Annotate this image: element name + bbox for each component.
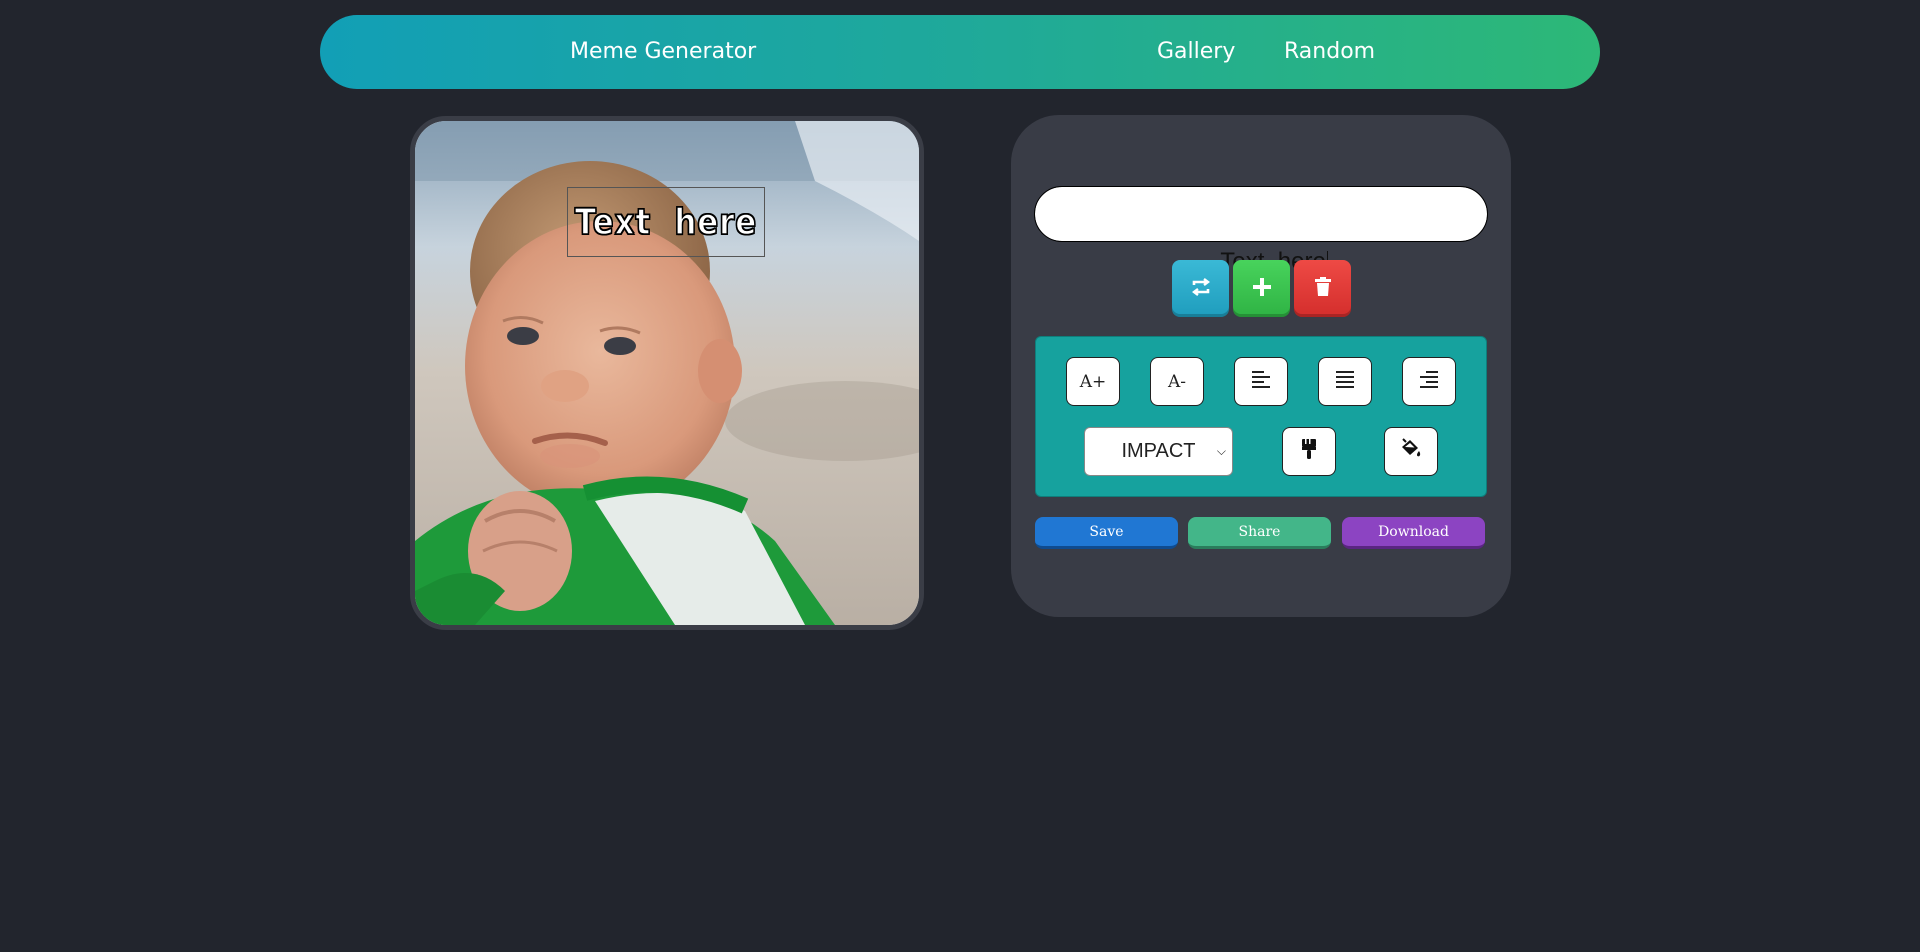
align-left-icon	[1251, 370, 1271, 393]
text-tools-box: A+ A- IMPACT ⌵	[1035, 336, 1487, 497]
meme-text-box[interactable]: Text here	[567, 187, 765, 257]
nav-link-gallery[interactable]: Gallery	[1157, 15, 1235, 89]
add-line-button[interactable]	[1233, 260, 1290, 317]
nav-link-random[interactable]: Random	[1284, 15, 1375, 89]
meme-text: Text here	[574, 201, 758, 244]
switch-lines-icon	[1190, 278, 1212, 299]
brush-icon	[1300, 438, 1318, 465]
font-family-select[interactable]: IMPACT ⌵	[1084, 427, 1233, 476]
download-button[interactable]: Download	[1342, 517, 1485, 549]
trash-icon	[1314, 277, 1332, 300]
align-center-button[interactable]	[1318, 357, 1372, 406]
plus-icon	[1252, 277, 1272, 300]
meme-canvas[interactable]: Text here	[410, 116, 924, 630]
switch-line-button[interactable]	[1172, 260, 1229, 317]
align-left-button[interactable]	[1234, 357, 1288, 406]
stroke-color-button[interactable]	[1282, 427, 1336, 476]
decrease-font-label: A-	[1167, 371, 1187, 392]
meme-text-input[interactable]: Text here	[1034, 186, 1488, 275]
font-family-value: IMPACT	[1121, 440, 1196, 462]
decrease-font-button[interactable]: A-	[1150, 357, 1204, 406]
paint-bucket-icon	[1399, 438, 1423, 465]
fill-color-button[interactable]	[1384, 427, 1438, 476]
increase-font-label: A+	[1079, 371, 1107, 392]
delete-line-button[interactable]	[1294, 260, 1351, 317]
editor-panel: Text here	[1011, 115, 1511, 617]
save-button[interactable]: Save	[1035, 517, 1178, 549]
align-right-icon	[1419, 370, 1439, 393]
increase-font-button[interactable]: A+	[1066, 357, 1120, 406]
align-center-icon	[1335, 370, 1355, 393]
chevron-down-icon: ⌵	[1216, 444, 1226, 458]
navbar: Meme Generator Gallery Random	[320, 15, 1600, 89]
nav-brand[interactable]: Meme Generator	[570, 15, 756, 89]
share-button[interactable]: Share	[1188, 517, 1331, 549]
align-right-button[interactable]	[1402, 357, 1456, 406]
